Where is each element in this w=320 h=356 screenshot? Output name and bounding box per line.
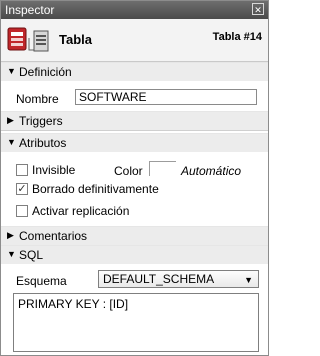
object-number-label: Tabla #14 bbox=[212, 31, 262, 43]
inspector-doc-icon bbox=[28, 30, 49, 52]
expand-arrow-icon: ▼ bbox=[7, 66, 16, 76]
nombre-label: Nombre bbox=[16, 92, 59, 106]
section-label: Definición bbox=[19, 65, 72, 79]
object-type-label: Tabla bbox=[59, 32, 92, 47]
check-icon: ✓ bbox=[17, 183, 27, 195]
inspector-header: Tabla Tabla #14 bbox=[1, 19, 268, 62]
collapse-arrow-icon: ▶ bbox=[7, 230, 14, 240]
close-button[interactable]: ✕ bbox=[252, 3, 264, 15]
expand-arrow-icon: ▼ bbox=[7, 249, 16, 259]
section-sql[interactable]: ▼ SQL bbox=[1, 245, 268, 265]
section-label: Atributos bbox=[19, 136, 67, 150]
header-icons bbox=[7, 26, 55, 54]
borrado-checkbox[interactable]: ✓ bbox=[16, 183, 28, 195]
sql-panel: Esquema DEFAULT_SCHEMA ▼ PRIMARY KEY : [… bbox=[1, 264, 268, 355]
replicacion-label: Activar replicación bbox=[32, 204, 130, 218]
invisible-checkbox[interactable] bbox=[16, 164, 28, 176]
sql-code-area[interactable]: PRIMARY KEY : [ID] bbox=[13, 293, 259, 352]
replicacion-checkbox[interactable] bbox=[16, 205, 28, 217]
section-label: Triggers bbox=[19, 114, 63, 128]
table-icon bbox=[7, 27, 27, 51]
title-bar[interactable]: Inspector ✕ bbox=[1, 1, 268, 19]
borrado-label: Borrado definitivamente bbox=[32, 182, 159, 196]
definicion-panel: Nombre SOFTWARE bbox=[1, 81, 268, 110]
atributos-panel: Invisible Color Automático ✓ Borrado def… bbox=[1, 152, 268, 225]
esquema-select[interactable]: DEFAULT_SCHEMA ▼ bbox=[98, 270, 259, 288]
section-atributos[interactable]: ▼ Atributos bbox=[1, 133, 268, 153]
esquema-value: DEFAULT_SCHEMA bbox=[103, 272, 215, 286]
sql-code-text: PRIMARY KEY : [ID] bbox=[18, 297, 129, 311]
section-label: SQL bbox=[19, 248, 44, 262]
section-comentarios[interactable]: ▶ Comentarios bbox=[1, 226, 268, 246]
esquema-label: Esquema bbox=[16, 274, 67, 288]
section-triggers[interactable]: ▶ Triggers bbox=[1, 111, 268, 131]
inspector-window: Inspector ✕ Tabla Tabla #14 ▼ Definición… bbox=[0, 0, 269, 356]
section-label: Comentarios bbox=[19, 229, 88, 243]
expand-arrow-icon: ▼ bbox=[7, 137, 16, 147]
invisible-label: Invisible bbox=[32, 163, 76, 177]
chevron-down-icon: ▼ bbox=[244, 275, 253, 285]
nombre-input[interactable]: SOFTWARE bbox=[75, 89, 257, 105]
section-definicion[interactable]: ▼ Definición bbox=[1, 62, 268, 82]
collapse-arrow-icon: ▶ bbox=[7, 115, 14, 125]
window-title: Inspector bbox=[5, 3, 55, 17]
color-value: Automático bbox=[181, 164, 242, 178]
color-swatch[interactable] bbox=[149, 161, 176, 176]
color-label: Color bbox=[114, 164, 143, 178]
